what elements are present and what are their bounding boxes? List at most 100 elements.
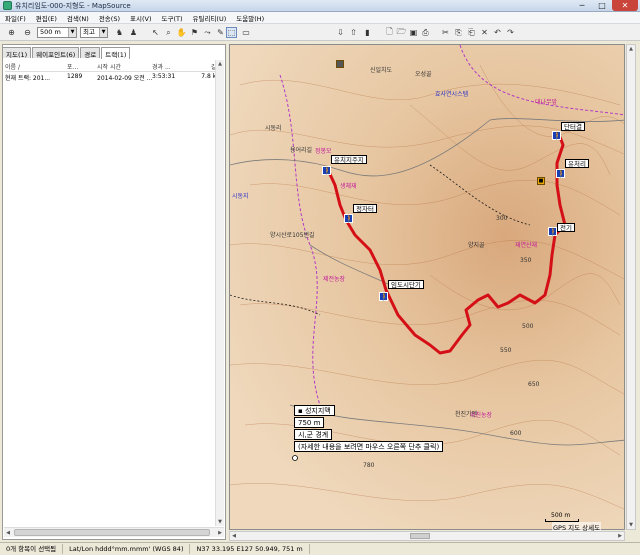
column-elapsed[interactable]: 경과 ...: [152, 62, 192, 71]
scroll-thumb[interactable]: [14, 529, 210, 536]
tooltip-distance: 750 m: [294, 417, 325, 428]
scroll-right-icon[interactable]: ▶: [616, 532, 624, 540]
scroll-right-icon[interactable]: ▶: [216, 529, 224, 537]
zoom-scale-select[interactable]: 500 m ▼: [37, 27, 77, 38]
tab-routes[interactable]: 경로: [80, 47, 101, 59]
delete-icon[interactable]: ✕: [479, 27, 490, 38]
scroll-up-icon[interactable]: ▲: [216, 60, 224, 68]
selection-tool-icon[interactable]: ⬚: [226, 27, 237, 38]
column-points[interactable]: 포...: [67, 62, 97, 71]
scale-label: 500 m: [551, 512, 571, 519]
waypoint-label[interactable]: 유처리: [565, 159, 589, 168]
menu-transfer[interactable]: 전송(S): [94, 13, 125, 23]
scroll-thumb[interactable]: [410, 533, 430, 539]
map-horizontal-scrollbar[interactable]: ◀ ▶: [229, 531, 625, 541]
scroll-left-icon[interactable]: ◀: [230, 532, 238, 540]
chevron-down-icon: ▼: [99, 28, 107, 37]
map-label: 600: [510, 430, 522, 437]
select-tool-icon[interactable]: ↖: [150, 27, 161, 38]
waypoint-label[interactable]: 임도시단기: [388, 280, 424, 289]
menu-utilities[interactable]: 유틸리티(U): [188, 13, 232, 23]
tab-tracks[interactable]: 트랙(1): [101, 47, 131, 59]
maximize-button[interactable]: □: [592, 0, 612, 11]
device-icon[interactable]: ▮: [362, 27, 373, 38]
column-start-time[interactable]: 시작 시간: [97, 62, 152, 71]
map-label: 대나무앞: [535, 99, 558, 106]
waypoint-label[interactable]: 단터결: [561, 122, 585, 131]
scroll-down-icon[interactable]: ▼: [627, 521, 635, 529]
column-name[interactable]: 이름 /: [5, 62, 67, 71]
map-label: 정봉모: [315, 148, 332, 155]
menu-search[interactable]: 검색(N): [62, 13, 94, 23]
tooltip-hint: (자세한 내용을 보려면 마우스 오른쪽 단추 클릭): [294, 441, 444, 452]
menu-tools[interactable]: 도구(T): [156, 13, 187, 23]
open-folder-icon[interactable]: 🗁: [396, 27, 407, 38]
waypoint-hiker-icon[interactable]: 🚶: [552, 131, 562, 140]
waypoint-hiker-icon[interactable]: 🚶: [344, 214, 354, 223]
waypoint-tool-icon[interactable]: ⚑: [189, 27, 200, 38]
undo-icon[interactable]: ↶: [492, 27, 503, 38]
map-view[interactable]: 용어리길 정봉모 시동리 시동지 생체재 양지골 재연산재 제전농장 천진기멘 …: [229, 44, 625, 530]
window-title: 유치리임도-000-지형도 - MapSource: [15, 1, 131, 10]
paste-icon[interactable]: ⎗: [466, 27, 477, 38]
map-label: 효사연시스템: [435, 91, 469, 98]
map-label: 용어리길: [290, 147, 313, 154]
status-position: N37 33.195 E127 50.949, 751 m: [190, 544, 310, 554]
map-vertical-scrollbar[interactable]: ▲ ▼: [626, 44, 636, 530]
pan-tool-icon[interactable]: ✋: [176, 27, 187, 38]
zoom-tool-icon[interactable]: ⌕: [163, 27, 174, 38]
cut-icon[interactable]: ✂: [440, 27, 451, 38]
redo-icon[interactable]: ↷: [505, 27, 516, 38]
send-to-device-icon[interactable]: ⇧: [348, 27, 359, 38]
new-file-icon[interactable]: 🗋: [384, 27, 395, 38]
map-label: 양시산로105번길: [270, 232, 315, 239]
find-places-icon[interactable]: ♞: [114, 27, 125, 38]
list-horizontal-scrollbar[interactable]: ◀ ▶: [4, 527, 224, 537]
menu-help[interactable]: 도움말(H): [231, 13, 269, 23]
waypoint-label[interactable]: 전기: [557, 223, 575, 232]
minimize-button[interactable]: ─: [572, 0, 592, 11]
close-button[interactable]: ✕: [612, 0, 638, 11]
scroll-left-icon[interactable]: ◀: [4, 529, 12, 537]
waypoint-hiker-icon[interactable]: 🚶: [322, 166, 332, 175]
zoom-in-icon[interactable]: ⊕: [6, 27, 17, 38]
scroll-up-icon[interactable]: ▲: [627, 45, 635, 53]
menu-edit[interactable]: 편집(E): [31, 13, 62, 23]
tab-maps[interactable]: 지도(1): [2, 47, 32, 59]
save-icon[interactable]: ▣: [408, 27, 419, 38]
print-icon[interactable]: ⎙: [420, 27, 431, 38]
menu-view[interactable]: 표시(V): [125, 13, 156, 23]
map-label: 신일치도: [370, 67, 393, 74]
measure-tool-icon[interactable]: ▭: [240, 27, 252, 38]
toolbar: ⊕ ⊖ 500 m ▼ 최고 ▼ ♞ ♟ ↖ ⌕ ✋ ⚑ ⤳ ✎ ⬚ ▭ ⇩ ⇧ ▮…: [0, 24, 640, 41]
scroll-down-icon[interactable]: ▼: [216, 518, 224, 526]
zoom-out-icon[interactable]: ⊖: [22, 27, 33, 38]
map-label: 재연산재: [515, 242, 538, 249]
map-label: 양지골: [468, 242, 485, 249]
menu-file[interactable]: 파일(F): [0, 13, 31, 23]
track-name: 현재 트랙: 201...: [5, 75, 51, 82]
tab-waypoints[interactable]: 웨이포인트(6): [32, 47, 80, 59]
map-tooltip: ▪ 성지지맥 750 m 시,군 경계 (자세한 내용을 보려면 마우스 오른쪽…: [294, 405, 474, 453]
route-tool-icon[interactable]: ⤳: [202, 27, 213, 38]
track-start-time: 2014-02-09 오전 ...: [97, 75, 152, 82]
map-terrain: [230, 45, 624, 510]
data-panel: [2, 44, 226, 540]
waypoint-label[interactable]: 정자터: [353, 204, 377, 213]
poi-icon[interactable]: [336, 60, 344, 68]
map-label: 제전농장: [323, 276, 346, 283]
waypoint-hiker-icon[interactable]: 🚶: [556, 169, 566, 178]
receive-from-device-icon[interactable]: ⇩: [335, 27, 346, 38]
waypoint-hiker-icon[interactable]: 🚶: [379, 292, 389, 301]
copy-icon[interactable]: ⎘: [453, 27, 464, 38]
list-vertical-scrollbar[interactable]: ▲ ▼: [215, 60, 224, 526]
table-row[interactable]: 현재 트랙: 201... 1289 2014-02-09 오전 ... 3:5…: [5, 73, 222, 82]
detail-select[interactable]: 최고 ▼: [80, 27, 108, 38]
poi-icon[interactable]: ■: [537, 177, 545, 185]
find-nearby-icon[interactable]: ♟: [128, 27, 139, 38]
track-elapsed: 3:53:31: [152, 73, 176, 80]
waypoint-label[interactable]: 유치지주지: [331, 155, 367, 164]
waypoint-hiker-icon[interactable]: 🚶: [548, 227, 558, 236]
track-tool-icon[interactable]: ✎: [215, 27, 226, 38]
map-label: 550: [500, 347, 512, 354]
